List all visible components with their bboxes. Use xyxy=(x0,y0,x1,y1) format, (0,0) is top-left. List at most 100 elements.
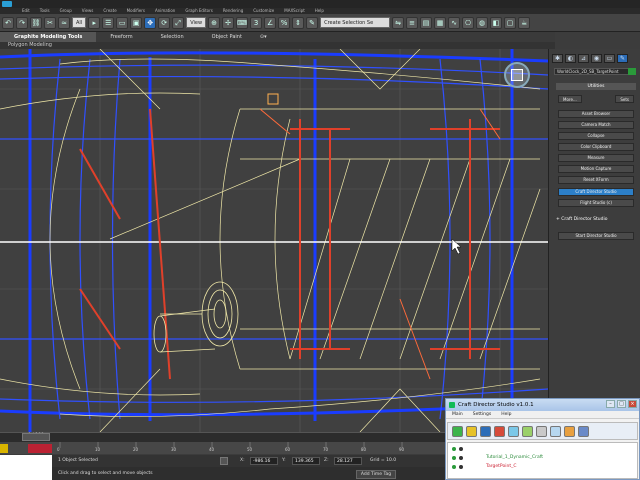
viewcube-icon[interactable] xyxy=(511,69,523,81)
color-clipboard-button[interactable]: Color Clipboard xyxy=(558,143,634,151)
sets-button[interactable]: Sets xyxy=(615,95,634,103)
motion-tab-icon[interactable]: ◉ xyxy=(591,54,602,63)
create-tab-icon[interactable]: ✱ xyxy=(552,54,563,63)
window-crossing-icon[interactable]: ▣ xyxy=(130,16,143,29)
craft-play-icon[interactable] xyxy=(550,425,561,437)
expand-icon[interactable] xyxy=(459,446,463,451)
tab-graphite-modeling-tools[interactable]: Graphite Modeling Tools xyxy=(0,32,97,42)
align-icon[interactable]: ≡ xyxy=(406,16,419,29)
select-object-icon[interactable]: ▸ xyxy=(88,16,101,29)
track-bar[interactable]: 0 10 20 30 40 50 60 70 80 90 xyxy=(0,442,445,454)
tree-item[interactable] xyxy=(452,444,463,453)
select-and-rotate-icon[interactable]: ⟳ xyxy=(158,16,171,29)
craft-menu-settings[interactable]: Settings xyxy=(473,411,491,418)
craft-record-icon[interactable] xyxy=(564,425,575,437)
maxscript-listener[interactable] xyxy=(0,455,52,480)
minimize-icon[interactable]: – xyxy=(606,400,615,408)
object-name-field[interactable]: WorldClock_2D_SB_TargetPoint xyxy=(554,68,636,75)
spinner-snap-icon[interactable]: ⇕ xyxy=(292,16,305,29)
lock-selection-icon[interactable] xyxy=(220,457,228,465)
reset-xform-button[interactable]: Reset XForm xyxy=(558,176,634,184)
visibility-icon[interactable] xyxy=(452,455,456,460)
modify-tab-icon[interactable]: ◐ xyxy=(565,54,576,63)
display-tab-icon[interactable]: ▭ xyxy=(604,54,615,63)
tree-item[interactable]: Tutorial_1_Dynamic_Craft xyxy=(452,453,543,462)
ribbon-toggle-icon[interactable]: ▦ xyxy=(434,16,447,29)
hierarchy-tab-icon[interactable]: ⊿ xyxy=(578,54,589,63)
render-icon[interactable]: ☕ xyxy=(518,16,531,29)
percent-snap-icon[interactable]: % xyxy=(278,16,291,29)
redo-icon[interactable]: ↷ xyxy=(16,16,28,29)
tab-selection[interactable]: Selection xyxy=(147,32,198,42)
undo-icon[interactable]: ↶ xyxy=(2,16,14,29)
keyboard-shortcut-icon[interactable]: ⌨ xyxy=(236,16,249,29)
rectangular-selection-icon[interactable]: ▭ xyxy=(116,16,129,29)
reference-coordinate-dropdown[interactable]: View xyxy=(186,17,207,28)
layer-manager-icon[interactable]: ▤ xyxy=(420,16,433,29)
ribbon-panel-label[interactable]: Polygon Modeling xyxy=(0,42,555,49)
craft-menu-main[interactable]: Main xyxy=(452,411,463,418)
unlink-icon[interactable]: ✂ xyxy=(44,16,56,29)
utilities-tab-icon[interactable]: ✎ xyxy=(617,54,628,63)
object-color-swatch[interactable] xyxy=(628,68,636,75)
maximize-icon[interactable]: □ xyxy=(617,400,626,408)
start-director-studio-button[interactable]: Start Director Studio xyxy=(558,232,634,240)
material-editor-icon[interactable]: ◍ xyxy=(476,16,489,29)
selection-filter-dropdown[interactable]: All xyxy=(72,17,87,28)
pivot-center-icon[interactable]: ⊕ xyxy=(208,16,221,29)
render-frame-icon[interactable]: ▢ xyxy=(504,16,517,29)
collapse-button[interactable]: Collapse xyxy=(558,132,634,140)
x-coordinate-field[interactable]: -986.16 xyxy=(250,457,278,465)
select-by-name-icon[interactable]: ☰ xyxy=(102,16,115,29)
close-icon[interactable]: × xyxy=(628,400,637,408)
craft-info-icon[interactable] xyxy=(578,425,589,437)
named-selection-dropdown[interactable]: Create Selection Se xyxy=(320,17,391,28)
craft-menu-help[interactable]: Help xyxy=(501,411,511,418)
tab-object-paint[interactable]: Object Paint xyxy=(198,32,256,42)
more-button[interactable]: More... xyxy=(558,95,582,103)
add-time-tag-button[interactable]: Add Time Tag xyxy=(356,470,396,479)
curve-editor-icon[interactable]: ∿ xyxy=(448,16,461,29)
select-manipulate-icon[interactable]: ✢ xyxy=(222,16,235,29)
ribbon-options-icon[interactable]: ⊙▾ xyxy=(256,32,271,42)
visibility-icon[interactable] xyxy=(452,446,456,451)
render-setup-icon[interactable]: ◧ xyxy=(490,16,503,29)
asset-browser-button[interactable]: Asset Browser xyxy=(558,110,634,118)
auto-key-indicator[interactable] xyxy=(0,444,8,453)
time-slider[interactable] xyxy=(0,432,445,442)
craft-folder-icon[interactable] xyxy=(466,425,477,437)
bind-space-warp-icon[interactable]: ≈ xyxy=(58,16,70,29)
mirror-icon[interactable]: ⇋ xyxy=(392,16,405,29)
utilities-rollout-header[interactable]: Utilities xyxy=(556,83,636,90)
app-logo-icon[interactable] xyxy=(2,1,12,7)
craft-director-studio-section[interactable]: + Craft Director Studio xyxy=(556,216,636,223)
craft-add-icon[interactable] xyxy=(452,425,463,437)
motion-capture-button[interactable]: Motion Capture xyxy=(558,165,634,173)
z-coordinate-field[interactable]: 28.127 xyxy=(334,457,362,465)
tree-item[interactable]: TargetPoint_C xyxy=(452,462,517,471)
tab-freeform[interactable]: Freeform xyxy=(96,32,146,42)
craft-director-studio-button[interactable]: Craft Director Studio xyxy=(558,188,634,196)
craft-camera-icon[interactable] xyxy=(508,425,519,437)
expand-icon[interactable] xyxy=(459,464,463,469)
craft-settings-icon[interactable] xyxy=(536,425,547,437)
flight-studio-button[interactable]: Flight Studio (c) xyxy=(558,199,634,207)
edit-named-selection-icon[interactable]: ✎ xyxy=(306,16,319,29)
angle-snap-icon[interactable]: ∠ xyxy=(264,16,277,29)
craft-save-icon[interactable] xyxy=(480,425,491,437)
expand-icon[interactable] xyxy=(459,455,463,460)
schematic-view-icon[interactable]: ⎔ xyxy=(462,16,475,29)
perspective-viewport[interactable] xyxy=(0,49,548,432)
tick-label: 0 xyxy=(57,447,60,452)
craft-delete-icon[interactable] xyxy=(494,425,505,437)
snaps-toggle-icon[interactable]: 3 xyxy=(250,16,263,29)
measure-button[interactable]: Measure xyxy=(558,154,634,162)
select-and-move-icon[interactable]: ✥ xyxy=(144,16,157,29)
craft-vehicle-icon[interactable] xyxy=(522,425,533,437)
time-slider-thumb[interactable] xyxy=(22,433,50,441)
y-coordinate-field[interactable]: 139.365 xyxy=(292,457,320,465)
visibility-icon[interactable] xyxy=(452,464,456,469)
camera-match-button[interactable]: Camera Match xyxy=(558,121,634,129)
link-icon[interactable]: ⛓ xyxy=(30,16,42,29)
select-and-scale-icon[interactable]: ⤢ xyxy=(172,16,185,29)
